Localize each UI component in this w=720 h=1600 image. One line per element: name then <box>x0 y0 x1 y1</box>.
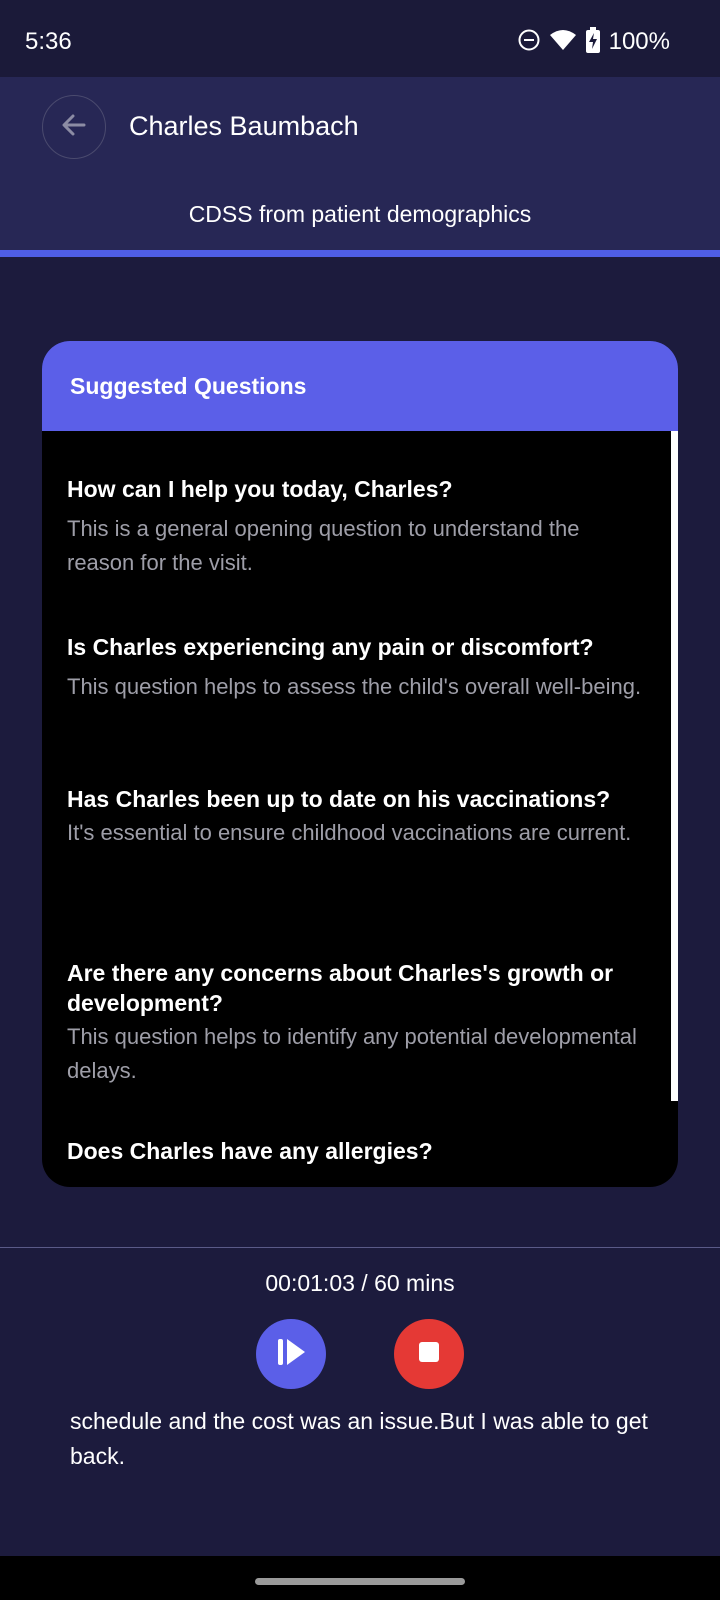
status-bar: 5:36 100% <box>0 0 720 77</box>
navigation-bar <box>0 1556 720 1600</box>
card-scrollbar[interactable] <box>671 431 678 1101</box>
question-item[interactable]: Are there any concerns about Charles's g… <box>67 958 652 1088</box>
do-not-disturb-icon <box>517 28 541 57</box>
question-description: This question helps to assess the child'… <box>67 674 642 699</box>
question-item[interactable]: Does Charles have any allergies? <box>67 1136 652 1166</box>
header-accent-line <box>0 250 720 257</box>
header-subtitle: CDSS from patient demographics <box>188 201 532 227</box>
question-title: How can I help you today, Charles? <box>67 476 453 502</box>
question-item[interactable]: How can I help you today, Charles? This … <box>67 474 652 580</box>
question-title: Is Charles experiencing any pain or disc… <box>67 634 594 660</box>
wifi-icon <box>549 28 577 57</box>
question-title: Does Charles have any allergies? <box>67 1138 433 1164</box>
question-item[interactable]: Is Charles experiencing any pain or disc… <box>67 632 652 704</box>
stop-icon <box>417 1340 441 1369</box>
card-title: Suggested Questions <box>42 341 678 431</box>
question-item[interactable]: Has Charles been up to date on his vacci… <box>67 784 652 850</box>
question-description: It's essential to ensure childhood vacci… <box>67 820 632 845</box>
arrow-left-icon <box>60 111 88 144</box>
question-description: This question helps to identify any pote… <box>67 1024 637 1083</box>
status-icons: 100% <box>517 26 670 58</box>
play-pause-icon <box>273 1334 309 1375</box>
suggested-questions-card[interactable]: Suggested Questions How can I help you t… <box>42 341 678 1187</box>
battery-charging-icon <box>585 26 601 58</box>
question-title: Are there any concerns about Charles's g… <box>67 960 614 1016</box>
status-time: 5:36 <box>25 28 72 55</box>
app-header: Charles Baumbach CDSS from patient demog… <box>0 77 720 252</box>
question-description: This is a general opening question to un… <box>67 516 580 575</box>
back-button[interactable] <box>42 95 106 159</box>
question-title: Has Charles been up to date on his vacci… <box>67 786 611 812</box>
stop-button[interactable] <box>394 1319 464 1389</box>
transcript-text: schedule and the cost was an issue.But I… <box>70 1408 648 1469</box>
battery-percentage: 100% <box>608 28 670 55</box>
footer-divider <box>0 1247 720 1248</box>
play-pause-button[interactable] <box>256 1319 326 1389</box>
patient-name: Charles Baumbach <box>129 111 359 141</box>
recording-timer: 00:01:03 / 60 mins <box>265 1270 455 1296</box>
home-handle[interactable] <box>255 1578 465 1585</box>
